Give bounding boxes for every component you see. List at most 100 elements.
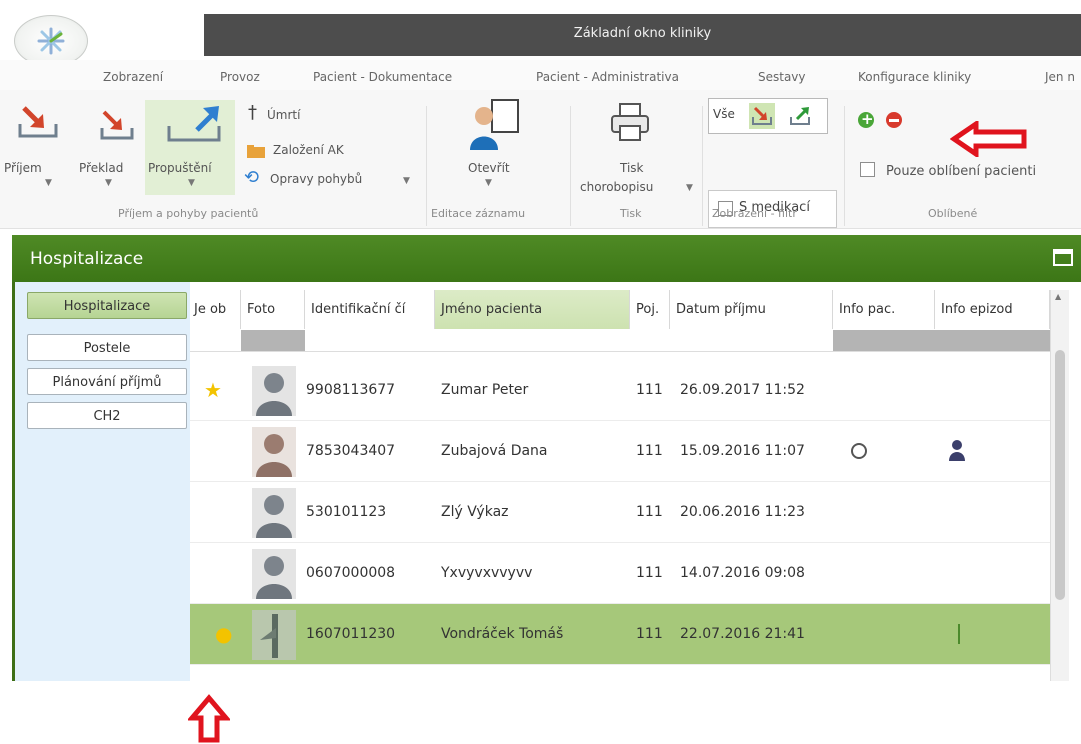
remove-favorite-icon	[889, 119, 899, 122]
annotation-arrow-left	[950, 121, 1027, 157]
column-header-episode-info[interactable]: Info epizod	[935, 290, 1050, 329]
transfer-caret: ▼	[105, 178, 112, 188]
ribbon-separator	[570, 106, 571, 226]
patient-photo	[252, 610, 296, 660]
discharge-label: Propuštění	[148, 161, 212, 175]
group-label-pohyby: Příjem a pohyby pacientů	[118, 207, 259, 220]
open-caret: ▼	[485, 178, 492, 188]
transfer-icon	[100, 110, 134, 140]
left-tab-panel: Hospitalizace Postele Plánování příjmů C…	[15, 282, 190, 681]
group-label-editace: Editace záznamu	[431, 207, 526, 220]
discharge-icon	[167, 106, 221, 142]
movement-corrections-caret: ▼	[403, 176, 410, 186]
left-tab-hospitalizace[interactable]: Hospitalizace	[27, 292, 187, 319]
add-favorite-button[interactable]: +	[858, 110, 874, 128]
left-tab-ch2[interactable]: CH2	[27, 402, 187, 429]
print-caret: ▼	[686, 183, 693, 193]
tab-zobrazeni[interactable]: Zobrazení	[103, 70, 163, 84]
maximize-icon[interactable]	[1053, 249, 1073, 266]
column-header-patient-info[interactable]: Info pac.	[833, 290, 935, 329]
column-header-name[interactable]: Jméno pacienta	[435, 290, 630, 329]
left-tab-planovani-prijmu[interactable]: Plánování příjmů	[27, 368, 187, 395]
admission-date: 20.06.2016 11:23	[680, 504, 805, 520]
undo-icon: ⟲	[244, 167, 260, 188]
window-header-title: Hospitalizace	[30, 249, 144, 269]
circle-icon	[851, 443, 867, 459]
patient-insurance: 111	[636, 504, 663, 520]
ribbon-separator	[844, 106, 845, 226]
patient-name: Yxvyvxvvyvv	[441, 565, 533, 581]
admission-caret: ▼	[45, 178, 52, 188]
patient-id: 1607011230	[306, 626, 396, 642]
folder-icon	[247, 145, 265, 158]
table-row[interactable]: 530101123 Zlý Výkaz 111 20.06.2016 11:23	[190, 482, 1050, 543]
open-label: Otevřít	[468, 161, 510, 175]
tab-jen[interactable]: Jen n	[1045, 70, 1075, 84]
patient-photo	[252, 488, 296, 538]
admission-filter-button[interactable]	[749, 103, 775, 129]
tab-konfigurace-kliniky[interactable]: Konfigurace kliniky	[858, 70, 971, 84]
discharge-filter-button[interactable]	[787, 103, 813, 129]
transfer-label: Překlad	[79, 161, 124, 175]
print-label-line1: Tisk	[620, 161, 644, 175]
patient-insurance: 111	[636, 443, 663, 459]
table-row[interactable]: 0607000008 Yxvyvxvvyvv 111 14.07.2016 09…	[190, 543, 1050, 604]
window-title: Základní okno kliniky	[573, 26, 712, 41]
patient-id: 9908113677	[306, 382, 396, 398]
table-row[interactable]: 7853043407 Zubajová Dana 111 15.09.2016 …	[190, 421, 1050, 482]
patient-id: 530101123	[306, 504, 387, 520]
doctor-document-icon	[470, 99, 519, 150]
filter-cell-photo	[241, 330, 305, 351]
patient-insurance: 111	[636, 565, 663, 581]
group-label-oblibene: Oblíbené	[928, 207, 978, 220]
admission-icon	[18, 106, 58, 138]
patient-photo	[252, 366, 296, 416]
tab-pacient-dokumentace[interactable]: Pacient - Dokumentace	[313, 70, 452, 84]
only-favorites-checkbox[interactable]	[860, 162, 875, 177]
create-ak-label: Založení AK	[273, 143, 344, 157]
title-bar: Základní okno kliniky	[204, 14, 1081, 56]
view-filter-buttons: Vše	[708, 98, 828, 134]
patient-photo	[252, 427, 296, 477]
patient-id: 0607000008	[306, 565, 396, 581]
table-row-selected[interactable]: ● 1607011230 Vondráček Tomáš 111 22.07.2…	[190, 604, 1050, 665]
table-row[interactable]: ★ 9908113677 Zumar Peter 111 26.09.2017 …	[190, 360, 1050, 421]
column-header-insurance[interactable]: Poj.	[630, 290, 670, 329]
column-header-id[interactable]: Identifikační čí	[305, 290, 435, 329]
tab-provoz[interactable]: Provoz	[220, 70, 260, 84]
column-header-admission-date[interactable]: Datum příjmu	[670, 290, 833, 329]
tab-sestavy[interactable]: Sestavy	[758, 70, 806, 84]
filter-cell-info	[833, 330, 1050, 351]
scrollbar-thumb[interactable]	[1055, 350, 1065, 600]
death-label: Úmrtí	[267, 108, 301, 122]
window-header: Hospitalizace	[12, 235, 1081, 282]
column-header-favorite[interactable]: Je ob	[190, 290, 241, 329]
only-favorites-label: Pouze oblíbení pacienti	[886, 164, 1037, 179]
ribbon-separator	[426, 106, 427, 226]
annotation-arrow-up	[188, 694, 230, 743]
patient-name: Zlý Výkaz	[441, 504, 509, 520]
patient-photo	[252, 549, 296, 599]
person-icon	[949, 440, 965, 461]
patient-id: 7853043407	[306, 443, 396, 459]
all-filter-button[interactable]: Vše	[713, 107, 735, 121]
column-header-photo[interactable]: Foto	[241, 290, 305, 329]
left-tab-postele[interactable]: Postele	[27, 334, 187, 361]
patient-insurance: 111	[636, 626, 663, 642]
scroll-up-icon[interactable]: ▲	[1055, 292, 1061, 301]
patient-grid: Je ob Foto Identifikační čí Jméno pacien…	[190, 290, 1050, 681]
admission-date: 14.07.2016 09:08	[680, 565, 805, 581]
patient-name: Vondráček Tomáš	[441, 626, 564, 642]
patient-name: Zumar Peter	[441, 382, 529, 398]
admission-label: Příjem	[4, 161, 42, 175]
discharge-filter-icon	[790, 107, 810, 125]
ribbon: Příjem ▼ Překlad ▼ Propuštění ▼ † Úmrtí …	[0, 90, 1081, 229]
discharge-caret: ▼	[188, 178, 195, 188]
vertical-scrollbar[interactable]: ▲	[1050, 290, 1069, 681]
star-icon: ★	[204, 378, 222, 402]
filter-row[interactable]	[190, 330, 1050, 352]
episode-marker-icon	[958, 624, 960, 644]
remove-favorite-button[interactable]	[886, 112, 902, 128]
tab-pacient-administrativa[interactable]: Pacient - Administrativa	[536, 70, 679, 84]
admission-date: 26.09.2017 11:52	[680, 382, 805, 398]
